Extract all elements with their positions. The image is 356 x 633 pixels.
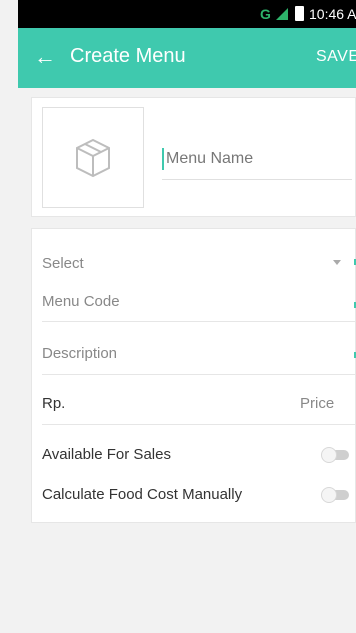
available-for-sales-row: Available For Sales xyxy=(42,442,355,472)
menu-name-input[interactable]: Menu Name xyxy=(162,148,352,180)
menu-name-underline xyxy=(162,179,352,180)
status-bar: G 10:46 A xyxy=(18,0,356,28)
menu-image-picker[interactable] xyxy=(42,107,144,208)
box-icon xyxy=(76,138,110,178)
network-indicator: G xyxy=(260,6,271,22)
text-cursor xyxy=(162,148,164,170)
currency-label: Rp. xyxy=(42,395,66,412)
price-field[interactable]: Rp. Price xyxy=(42,391,355,427)
menu-form-card: Select Menu Code Description Rp. Price A… xyxy=(31,228,356,523)
status-time: 10:46 A xyxy=(309,6,356,22)
food-cost-row: Calculate Food Cost Manually xyxy=(42,482,355,512)
menu-name-placeholder: Menu Name xyxy=(166,150,254,167)
menu-header-card: Menu Name xyxy=(31,97,356,217)
toggle-knob xyxy=(321,487,337,503)
back-arrow-icon[interactable]: ← xyxy=(34,44,60,70)
app-bar: ← Create Menu SAVE xyxy=(18,28,356,88)
select-label: Select xyxy=(42,255,84,272)
menu-code-field[interactable]: Menu Code xyxy=(42,289,355,323)
save-button[interactable]: SAVE xyxy=(316,48,356,66)
food-cost-label: Calculate Food Cost Manually xyxy=(42,486,243,503)
screen: G 10:46 A ← Create Menu SAVE Menu Name S… xyxy=(0,0,356,633)
description-placeholder: Description xyxy=(42,345,118,362)
available-for-sales-label: Available For Sales xyxy=(42,446,171,463)
food-cost-toggle[interactable] xyxy=(321,487,351,503)
menu-code-underline xyxy=(42,321,355,322)
price-underline xyxy=(42,424,355,425)
price-placeholder: Price xyxy=(300,395,335,412)
menu-code-placeholder: Menu Code xyxy=(42,293,120,310)
description-field[interactable]: Description xyxy=(42,341,355,375)
category-select[interactable]: Select xyxy=(42,251,355,279)
toggle-knob xyxy=(321,447,337,463)
chevron-down-icon xyxy=(333,260,341,265)
battery-icon xyxy=(295,6,304,21)
page-title: Create Menu xyxy=(70,45,186,67)
available-for-sales-toggle[interactable] xyxy=(321,447,351,463)
signal-icon xyxy=(276,8,288,20)
description-underline xyxy=(42,374,355,375)
